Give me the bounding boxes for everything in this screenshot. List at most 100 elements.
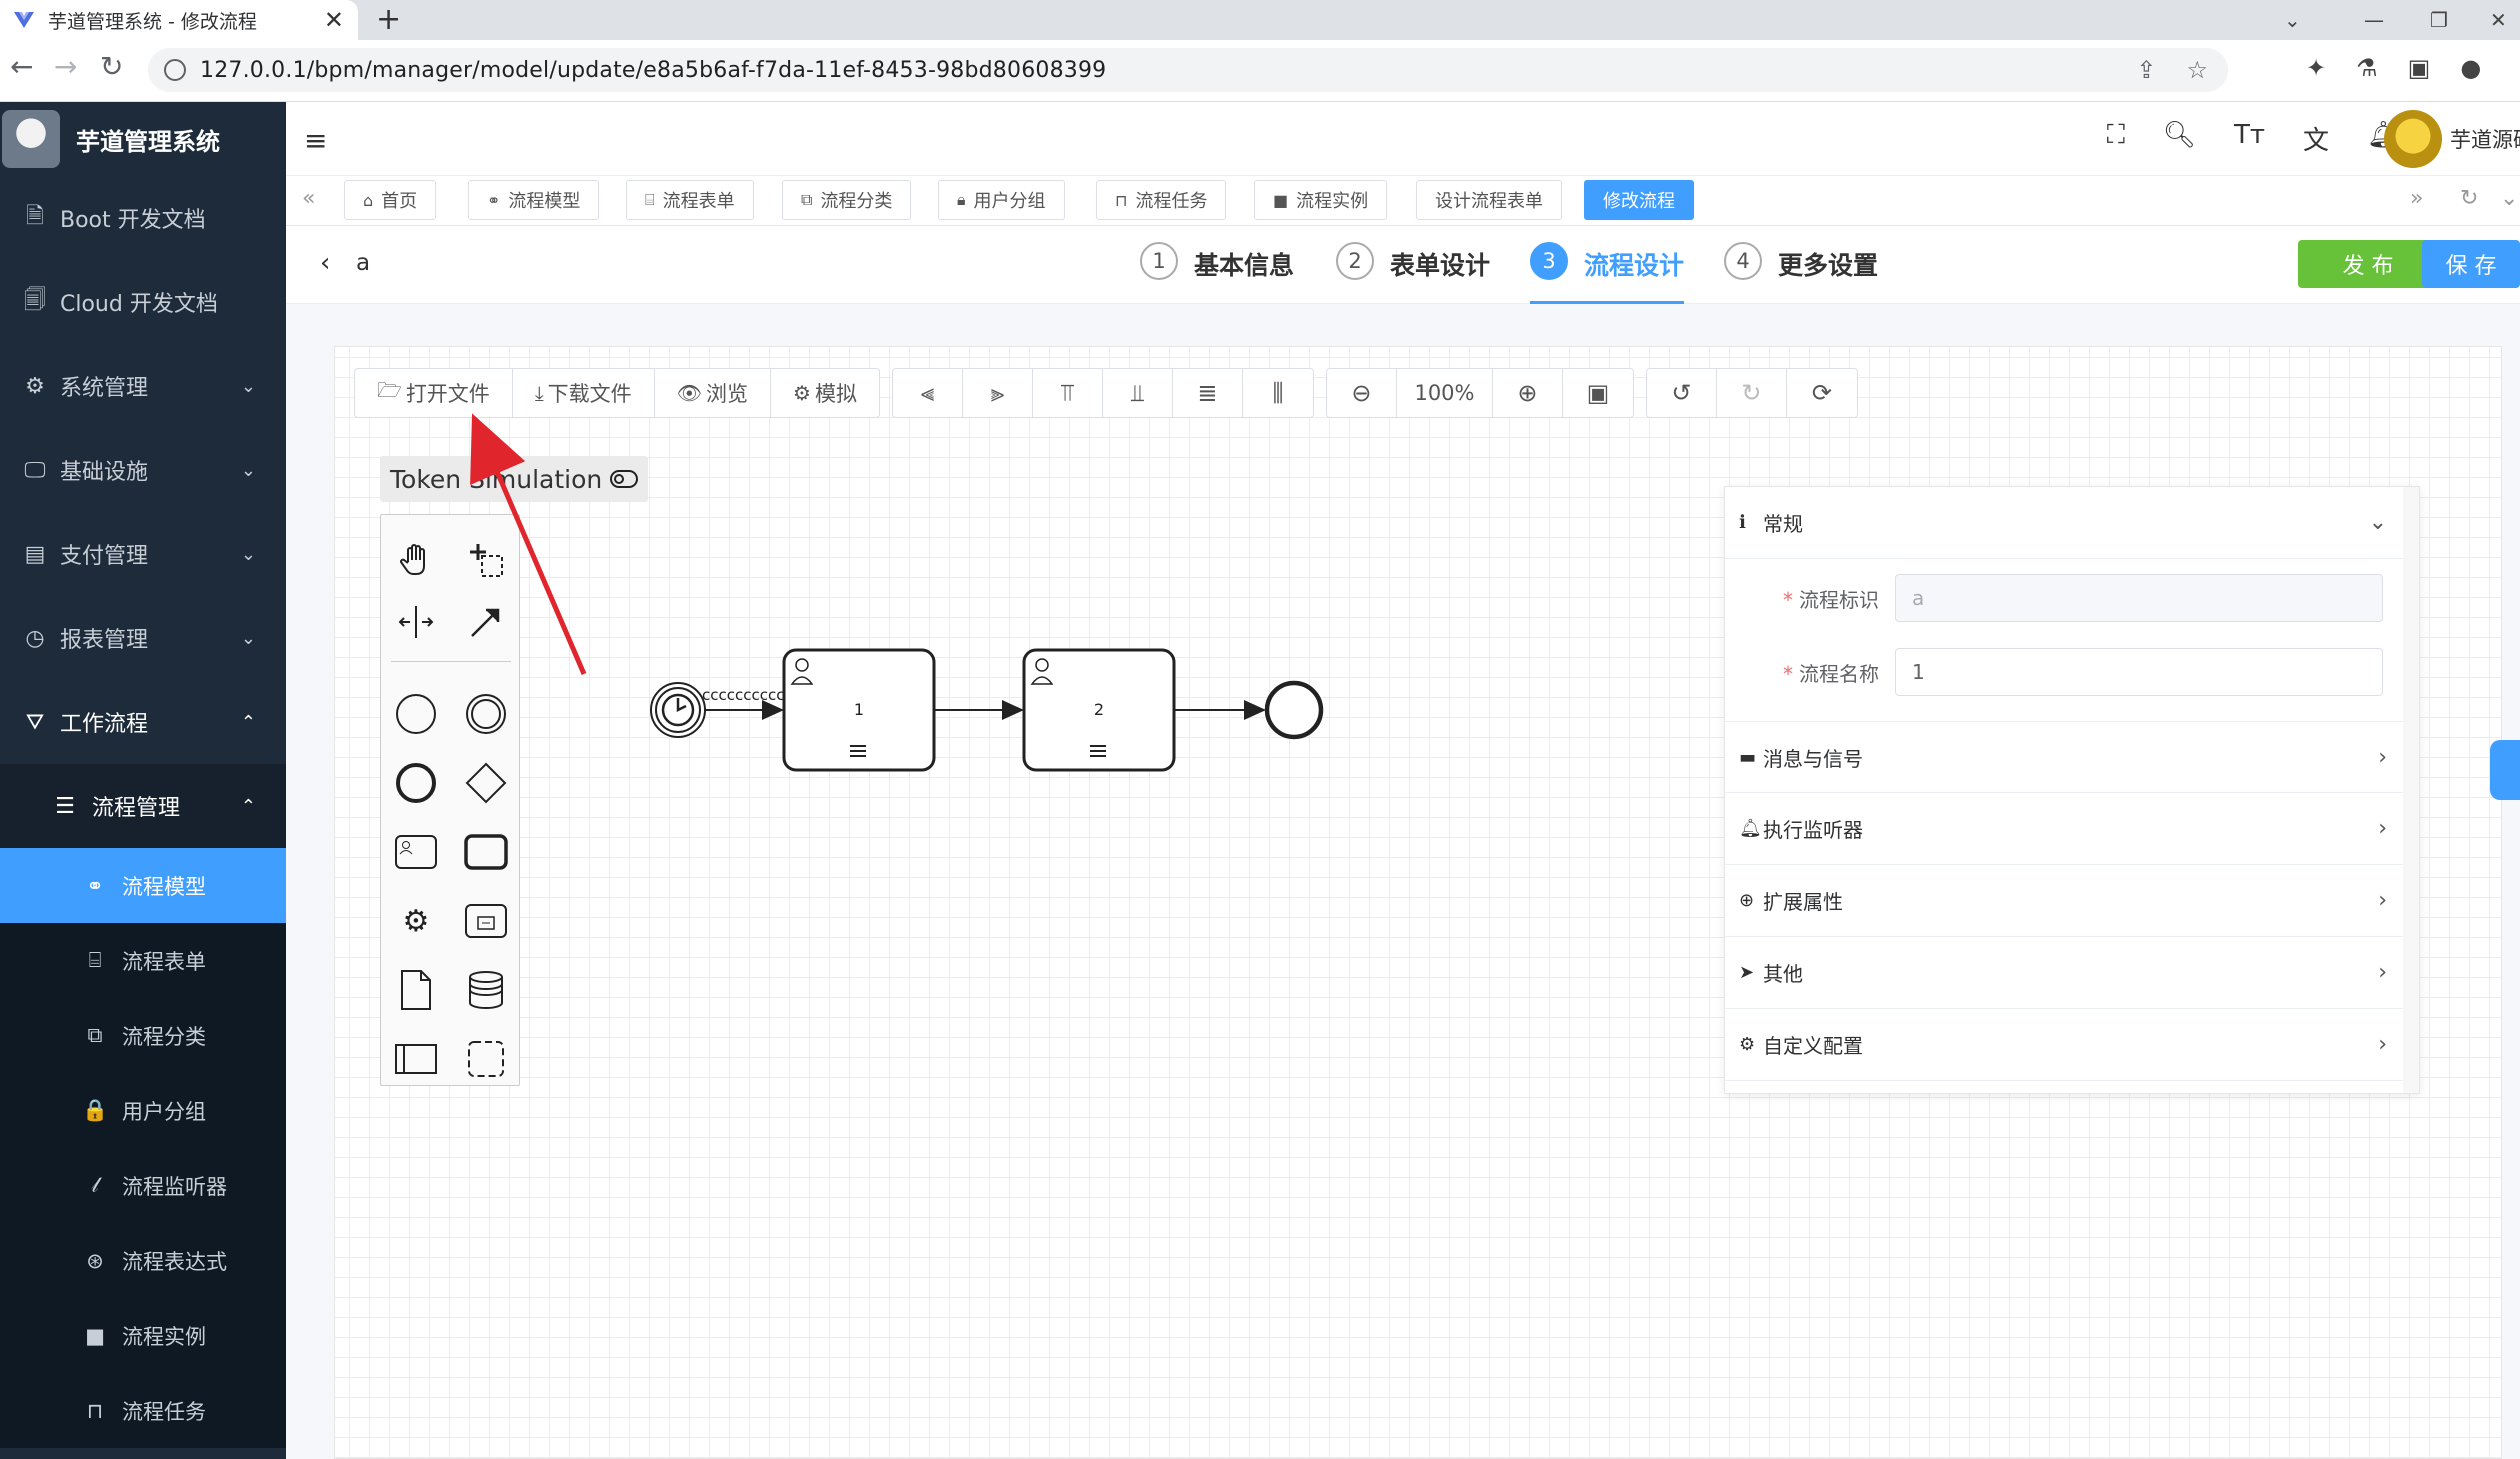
zoom-in-button[interactable]: ⊕ bbox=[1493, 369, 1563, 417]
tab-search-icon[interactable]: ⌄ bbox=[2284, 0, 2301, 40]
end-event-tool[interactable] bbox=[391, 758, 441, 808]
menu-icon[interactable]: ⋮ bbox=[2511, 54, 2520, 82]
sidebar-item-task[interactable]: ⊓ 流程任务 bbox=[0, 1373, 286, 1448]
step-form-design[interactable]: 2 表单设计 bbox=[1336, 242, 1490, 304]
search-icon[interactable]: 🔍︎ bbox=[2163, 120, 2196, 157]
share-icon[interactable]: ⇪ bbox=[2136, 56, 2156, 84]
data-object-tool[interactable] bbox=[391, 965, 441, 1015]
subprocess-tool[interactable] bbox=[461, 896, 511, 946]
sidebar-item-infra[interactable]: 🖵 基础设施 ⌄ bbox=[0, 428, 286, 512]
translate-icon[interactable]: 文 bbox=[2303, 120, 2329, 157]
sidepanel-icon[interactable]: ▣ bbox=[2408, 54, 2431, 82]
scroll-left-icon[interactable]: « bbox=[302, 186, 315, 211]
hamburger-icon[interactable]: ≡ bbox=[304, 124, 327, 157]
end-event[interactable] bbox=[1264, 680, 1324, 740]
process-key-input[interactable]: a bbox=[1895, 574, 2383, 622]
sidebar-item-expression[interactable]: ⊛ 流程表达式 bbox=[0, 1223, 286, 1298]
prop-group-other[interactable]: ➤ 其他 › bbox=[1725, 937, 2405, 1009]
fit-view-button[interactable]: ▣ bbox=[1563, 369, 1633, 417]
task-tool[interactable] bbox=[461, 827, 511, 877]
align-center-button[interactable]: ≣ bbox=[1173, 369, 1243, 417]
user-task-1[interactable] bbox=[782, 648, 936, 772]
sidebar-item-cloud-docs[interactable]: 🗐 Cloud 开发文档 bbox=[0, 260, 286, 344]
intermediate-event-tool[interactable] bbox=[461, 689, 511, 739]
avatar[interactable] bbox=[2384, 110, 2442, 168]
align-middle-button[interactable]: ⫼ bbox=[1243, 369, 1313, 417]
preview-button[interactable]: 👁︎ 浏览 bbox=[655, 369, 772, 417]
brand[interactable]: 芋道管理系统 bbox=[0, 102, 286, 176]
lasso-tool[interactable] bbox=[461, 535, 511, 585]
user-task-tool[interactable] bbox=[391, 827, 441, 877]
align-right-button[interactable]: ⫸ bbox=[963, 369, 1033, 417]
reset-button[interactable]: ⟳ bbox=[1787, 369, 1857, 417]
url-input[interactable]: 127.0.0.1/bpm/manager/model/update/e8a5b… bbox=[148, 48, 2228, 92]
restore-icon[interactable]: ❐ bbox=[2430, 0, 2448, 40]
align-bottom-button[interactable]: ⫫ bbox=[1103, 369, 1173, 417]
prop-group-general[interactable]: ℹ 常规 ⌄ bbox=[1725, 487, 2405, 559]
sidebar-item-category[interactable]: ⧉ 流程分类 bbox=[0, 998, 286, 1073]
sidebar-item-listener[interactable]: 𝓁 流程监听器 bbox=[0, 1148, 286, 1223]
prop-group-custom[interactable]: ⚙ 自定义配置 › bbox=[1725, 1009, 2405, 1081]
simulate-button[interactable]: ⚙ 模拟 bbox=[771, 369, 879, 417]
profile-icon[interactable]: ● bbox=[2460, 54, 2481, 82]
forward-icon[interactable]: → bbox=[54, 50, 77, 83]
site-info-icon[interactable] bbox=[164, 59, 186, 81]
reload-icon[interactable]: ↻ bbox=[100, 50, 123, 83]
step-basic-info[interactable]: 1 基本信息 bbox=[1140, 242, 1294, 304]
prop-group-extension[interactable]: ⊕ 扩展属性 › bbox=[1725, 865, 2405, 937]
start-event-tool[interactable] bbox=[391, 689, 441, 739]
space-tool[interactable] bbox=[391, 597, 441, 647]
browser-tab[interactable]: 芋道管理系统 - 修改流程 ✕ bbox=[0, 0, 358, 40]
tag-task[interactable]: ⊓ 流程任务 bbox=[1096, 180, 1227, 220]
sidebar-item-system[interactable]: ⚙ 系统管理 ⌄ bbox=[0, 344, 286, 428]
close-tab-icon[interactable]: ✕ bbox=[324, 6, 344, 34]
group-tool[interactable] bbox=[461, 1034, 511, 1084]
minimize-icon[interactable]: — bbox=[2364, 0, 2384, 40]
font-size-icon[interactable]: Tт bbox=[2234, 120, 2265, 157]
hand-tool[interactable] bbox=[391, 535, 441, 585]
token-simulation-toggle[interactable]: Token Simulation bbox=[380, 456, 649, 502]
back-arrow-icon[interactable]: ‹ bbox=[320, 248, 330, 278]
pool-tool[interactable] bbox=[391, 1034, 441, 1084]
sidebar-item-model[interactable]: ⚭ 流程模型 bbox=[0, 848, 286, 923]
expand-icon[interactable]: ⌄ bbox=[2500, 186, 2518, 211]
back-icon[interactable]: ← bbox=[10, 50, 33, 83]
align-top-button[interactable]: ⫪ bbox=[1033, 369, 1103, 417]
step-more-settings[interactable]: 4 更多设置 bbox=[1724, 242, 1878, 304]
prop-group-listener[interactable]: 🔔︎ 执行监听器 › bbox=[1725, 793, 2405, 865]
tag-instance[interactable]: ■ 流程实例 bbox=[1254, 180, 1388, 220]
start-timer-event[interactable] bbox=[650, 682, 706, 738]
username[interactable]: 芋道源码 bbox=[2450, 124, 2520, 154]
flask-icon[interactable]: ⚗ bbox=[2356, 54, 2378, 82]
undo-button[interactable]: ↺ bbox=[1647, 369, 1717, 417]
tag-category[interactable]: ⧉ 流程分类 bbox=[782, 180, 912, 220]
settings-side-tab[interactable] bbox=[2490, 740, 2520, 800]
prop-group-message-signal[interactable]: ▬ 消息与信号 › bbox=[1725, 721, 2405, 793]
sidebar-item-pay[interactable]: ▤ 支付管理 ⌄ bbox=[0, 512, 286, 596]
align-left-button[interactable]: ⫷ bbox=[893, 369, 963, 417]
connect-tool[interactable] bbox=[461, 597, 511, 647]
sidebar-item-form[interactable]: ⌸ 流程表单 bbox=[0, 923, 286, 998]
scroll-right-icon[interactable]: » bbox=[2410, 186, 2423, 211]
sidebar-submenu-process[interactable]: ☰ 流程管理 ⌃ bbox=[0, 764, 286, 848]
refresh-icon[interactable]: ↻ bbox=[2460, 186, 2478, 211]
sidebar-item-user-group[interactable]: 🔒 用户分组 bbox=[0, 1073, 286, 1148]
tag-form[interactable]: ⌸ 流程表单 bbox=[626, 180, 754, 220]
redo-button[interactable]: ↻ bbox=[1717, 369, 1787, 417]
sidebar-item-boot-docs[interactable]: 🗎 Boot 开发文档 bbox=[0, 176, 286, 260]
download-file-button[interactable]: ⤓ 下载文件 bbox=[513, 369, 655, 417]
fullscreen-icon[interactable]: ⛶ bbox=[2107, 120, 2125, 157]
save-button[interactable]: 保 存 bbox=[2422, 240, 2520, 288]
service-task-tool[interactable]: ⚙ bbox=[391, 896, 441, 946]
tag-model[interactable]: ⚭ 流程模型 bbox=[468, 180, 600, 220]
panel-scrollbar[interactable] bbox=[2403, 487, 2419, 1093]
zoom-level[interactable]: 100% bbox=[1397, 369, 1493, 417]
bookmark-star-icon[interactable]: ☆ bbox=[2186, 56, 2208, 84]
tag-design-form[interactable]: 设计流程表单 bbox=[1416, 180, 1562, 220]
zoom-out-button[interactable]: ⊖ bbox=[1327, 369, 1397, 417]
close-window-icon[interactable]: ✕ bbox=[2490, 0, 2507, 40]
tag-user-group[interactable]: 🔒︎ 用户分组 bbox=[938, 180, 1065, 220]
data-store-tool[interactable] bbox=[461, 965, 511, 1015]
sidebar-item-report[interactable]: ◷ 报表管理 ⌄ bbox=[0, 596, 286, 680]
process-name-input[interactable]: 1 bbox=[1895, 648, 2383, 696]
